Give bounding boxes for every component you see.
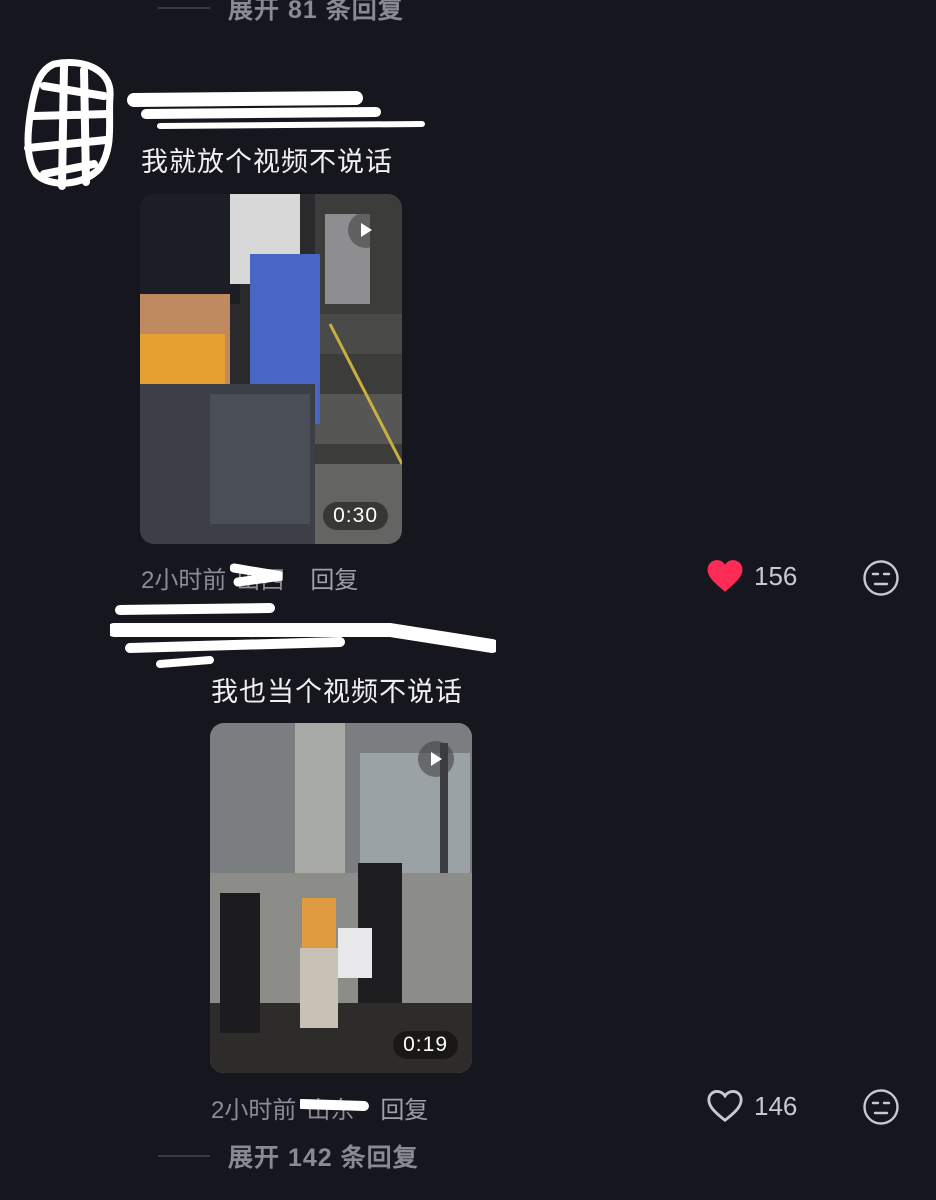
comment-text: 我也当个视频不说话 xyxy=(211,677,463,707)
reply-button[interactable]: 回复 xyxy=(380,1090,428,1125)
expand-replies-label: 展开 81 条回复 xyxy=(228,0,404,24)
divider-line xyxy=(158,1155,210,1157)
reply-button[interactable]: 回复 xyxy=(310,560,358,595)
location-redacted xyxy=(300,1099,370,1111)
like-button[interactable]: 156 xyxy=(706,558,797,594)
expand-replies-label: 展开 142 条回复 xyxy=(228,1144,419,1172)
avatar-redacted[interactable] xyxy=(14,56,126,196)
comment-video[interactable]: 0:30 xyxy=(140,194,402,544)
like-count: 146 xyxy=(754,1090,798,1121)
divider-line xyxy=(158,7,210,9)
like-count: 156 xyxy=(754,560,798,591)
comment-video[interactable]: 0:19 xyxy=(210,723,472,1073)
comment-meta: 2小时前 山东 回复 xyxy=(211,1090,428,1125)
comment-time: 2小时前 xyxy=(141,567,227,594)
username-redacted[interactable] xyxy=(110,602,496,672)
comment-location: 山西 xyxy=(230,560,284,595)
username-redacted[interactable] xyxy=(126,88,426,136)
play-icon[interactable] xyxy=(348,212,384,248)
video-duration: 0:30 xyxy=(323,502,388,530)
like-button[interactable]: 146 xyxy=(706,1088,797,1124)
emoji-icon[interactable] xyxy=(862,559,900,597)
heart-filled-icon xyxy=(707,560,743,592)
expand-replies-top[interactable]: 展开 81 条回复 xyxy=(158,0,404,28)
comment-location: 山东 xyxy=(300,1090,370,1125)
comment-meta: 2小时前 山西 回复 xyxy=(141,560,358,595)
heart-outline-icon xyxy=(707,1090,743,1123)
expand-replies-bottom[interactable]: 展开 142 条回复 xyxy=(158,1136,419,1176)
comment-text: 我就放个视频不说话 xyxy=(141,147,393,177)
location-redacted xyxy=(230,563,284,587)
video-duration: 0:19 xyxy=(393,1031,458,1059)
comment-time: 2小时前 xyxy=(211,1097,297,1124)
play-icon[interactable] xyxy=(418,741,454,777)
emoji-icon[interactable] xyxy=(862,1088,900,1126)
